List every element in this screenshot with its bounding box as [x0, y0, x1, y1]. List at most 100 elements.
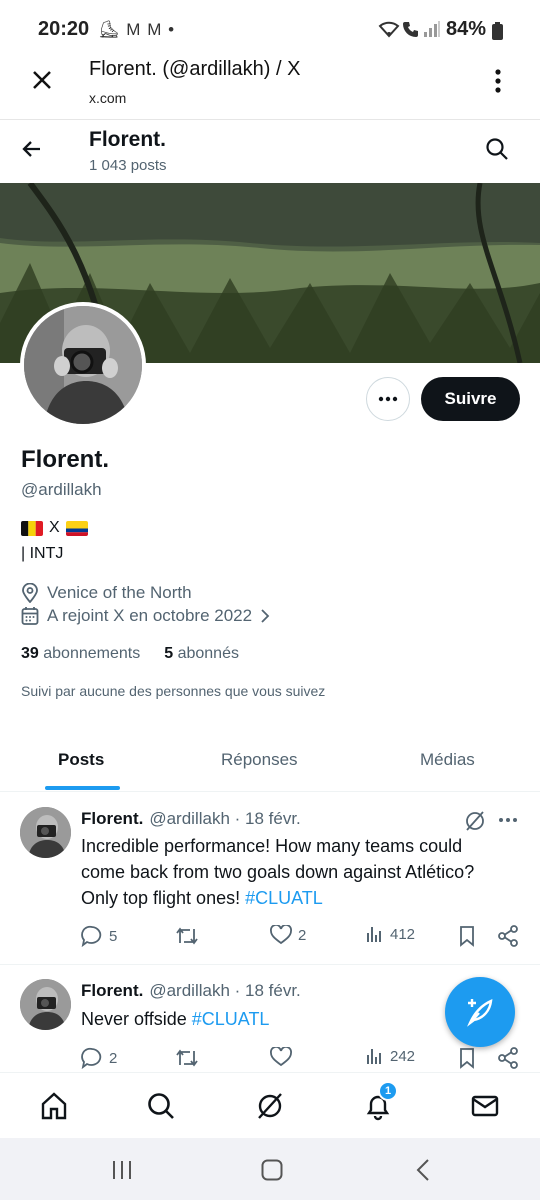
share-icon — [497, 925, 519, 947]
overflow-menu-icon[interactable] — [490, 68, 506, 94]
notifications-badge: 1 — [378, 1081, 398, 1101]
followers-link[interactable]: 5 abonnés — [164, 645, 239, 663]
following-count: 39 — [21, 645, 39, 662]
joined-row[interactable]: A rejoint X en octobre 2022 — [21, 606, 270, 626]
tweet-author-name[interactable]: Florent. — [81, 981, 143, 1001]
like-count: 2 — [298, 926, 307, 944]
more-options-button[interactable] — [366, 377, 410, 421]
follow-stats: 39 abonnements 5 abonnés — [21, 645, 239, 663]
bottom-nav: 1 — [0, 1072, 540, 1138]
more-dots-icon — [378, 396, 398, 402]
back-system-icon[interactable] — [416, 1159, 430, 1181]
following-link[interactable]: 39 abonnements — [21, 645, 140, 663]
share-button[interactable] — [497, 925, 519, 947]
battery-icon — [492, 22, 503, 40]
tweet-1[interactable]: Florent. @ardillakh · 18 févr. Incredibl… — [0, 800, 540, 964]
location-row: Venice of the North — [21, 583, 192, 603]
bookmark-button[interactable] — [458, 1047, 476, 1069]
bio-line-1: X — [21, 519, 88, 537]
battery-percent: 84% — [446, 18, 487, 40]
tab-media[interactable]: Médias — [420, 750, 475, 770]
views-icon — [366, 925, 384, 943]
bookmark-button[interactable] — [458, 925, 476, 947]
browser-title: Florent. (@ardillakh) / X — [89, 58, 301, 80]
active-tab-indicator — [45, 786, 120, 790]
signal-icon — [423, 20, 441, 38]
wifi-icon — [378, 20, 400, 38]
heart-icon — [270, 1047, 292, 1067]
header-profile-name: Florent. — [89, 128, 166, 151]
follow-button[interactable]: Suivre — [421, 377, 520, 421]
views-count: 412 — [390, 925, 416, 943]
tweet-header: Florent. @ardillakh · 18 févr. — [81, 809, 301, 829]
location-pin-icon — [21, 583, 39, 603]
status-time: 20:20 — [38, 18, 90, 40]
browser-bar: Florent. (@ardillakh) / X x.com — [0, 58, 540, 120]
messages-envelope-icon[interactable] — [467, 1088, 503, 1124]
tab-posts[interactable]: Posts — [58, 750, 104, 770]
tweet-author-meta: @ardillakh · 18 févr. — [149, 809, 301, 828]
recent-apps-icon[interactable] — [111, 1160, 133, 1180]
views-button[interactable]: 412 — [366, 925, 415, 943]
tweet-actions: 5 2 412 — [81, 925, 521, 949]
retweet-button[interactable] — [175, 1047, 199, 1069]
bookmark-icon — [458, 925, 476, 947]
tweet-author-name[interactable]: Florent. — [81, 809, 143, 829]
search-icon[interactable] — [485, 137, 509, 161]
tweet-hashtag[interactable]: #CLUATL — [245, 888, 323, 908]
profile-avatar[interactable] — [20, 302, 146, 428]
share-button[interactable] — [497, 1047, 519, 1069]
home-system-icon[interactable] — [261, 1159, 283, 1181]
close-icon[interactable] — [30, 68, 54, 92]
reply-button[interactable]: 2 — [81, 1047, 117, 1069]
header-posts-count: 1 043 posts — [89, 157, 167, 174]
back-arrow-icon[interactable] — [20, 137, 44, 161]
followed-by-text: Suivi par aucune des personnes que vous … — [21, 683, 326, 699]
notification-icons: ⛸ M M • — [98, 20, 176, 39]
profile-tabs: Posts Réponses Médias — [0, 730, 540, 792]
tweet-text: Incredible performance! How many teams c… — [81, 833, 511, 911]
joined-text: A rejoint X en octobre 2022 — [47, 606, 253, 625]
tweet-more-icon[interactable] — [498, 817, 518, 823]
tweet-hashtag[interactable]: #CLUATL — [192, 1009, 270, 1029]
tweet-avatar[interactable] — [20, 979, 71, 1030]
reply-button[interactable]: 5 — [81, 925, 117, 947]
followers-count: 5 — [164, 645, 174, 662]
retweet-icon — [175, 1047, 199, 1069]
tweet-divider — [0, 964, 540, 965]
compose-post-button[interactable] — [445, 977, 515, 1047]
views-icon — [366, 1047, 384, 1065]
bookmark-icon — [458, 1047, 476, 1069]
views-button[interactable]: 242 — [366, 1047, 415, 1065]
tweet-avatar[interactable] — [20, 807, 71, 858]
belgium-flag-icon — [21, 520, 43, 536]
calendar-icon — [21, 606, 39, 626]
grok-icon[interactable] — [464, 810, 486, 832]
browser-url[interactable]: x.com — [89, 90, 126, 106]
retweet-button[interactable] — [175, 925, 205, 947]
tab-replies[interactable]: Réponses — [221, 750, 298, 770]
call-icon — [402, 20, 420, 38]
profile-name: Florent. — [21, 446, 109, 473]
system-nav-bar — [0, 1138, 540, 1200]
profile-handle: @ardillakh — [21, 480, 102, 499]
like-button[interactable]: 2 — [270, 925, 306, 945]
tweet-header: Florent. @ardillakh · 18 févr. — [81, 981, 301, 1001]
reply-icon — [81, 1047, 103, 1069]
tweet-actions: 2 242 — [81, 1047, 521, 1071]
chevron-right-icon — [260, 608, 270, 624]
tweet-body: Never offside — [81, 1009, 187, 1029]
compose-feather-icon — [464, 996, 496, 1028]
colombia-flag-icon — [65, 520, 88, 536]
home-icon[interactable] — [36, 1088, 72, 1124]
followers-label: abonnés — [177, 645, 239, 662]
bio-line-2: | INTJ — [21, 545, 64, 562]
explore-search-icon[interactable] — [143, 1088, 179, 1124]
retweet-icon — [175, 925, 199, 947]
heart-icon — [270, 925, 292, 945]
following-label: abonnements — [43, 645, 141, 662]
views-count: 242 — [390, 1047, 416, 1065]
like-button[interactable] — [270, 1047, 292, 1067]
reply-icon — [81, 925, 103, 947]
grok-nav-icon[interactable] — [252, 1088, 288, 1124]
